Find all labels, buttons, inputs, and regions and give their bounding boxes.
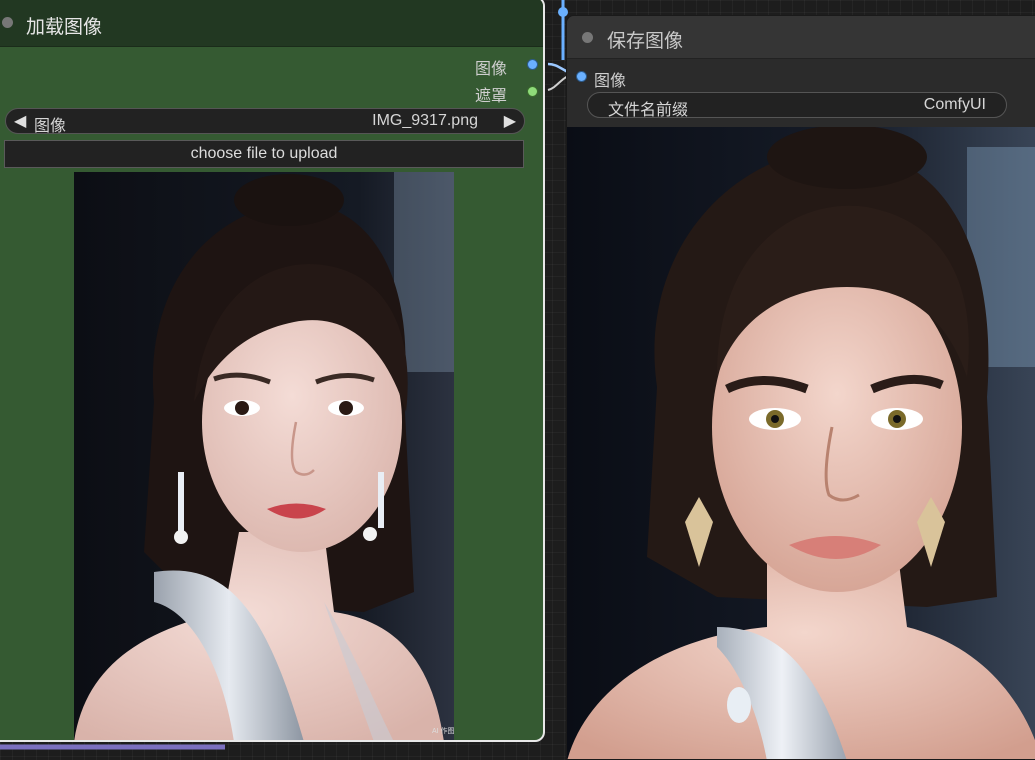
image-file-combo[interactable]: ◀ 图像 IMG_9317.png ▶ xyxy=(5,108,525,135)
output-image-slot[interactable] xyxy=(527,59,538,70)
save-image-node-header[interactable]: 保存图像 xyxy=(567,16,1035,59)
input-image-label: 图像 xyxy=(594,73,627,90)
collapse-dot-icon[interactable] xyxy=(2,17,13,28)
save-image-node-title: 保存图像 xyxy=(607,31,684,52)
loaded-image-preview xyxy=(74,172,454,740)
choose-file-button[interactable]: choose file to upload xyxy=(4,140,524,168)
preview-watermark: AI 作图 xyxy=(432,728,455,735)
image-combo-label: 图像 xyxy=(34,118,67,135)
image-combo-value: IMG_9317.png xyxy=(372,112,478,129)
output-mask-slot[interactable] xyxy=(527,86,538,97)
filename-prefix-value: ComfyUI xyxy=(923,96,986,113)
next-arrow-icon[interactable]: ▶ xyxy=(504,111,516,131)
load-image-node-title: 加载图像 xyxy=(26,17,103,38)
filename-prefix-label: 文件名前缀 xyxy=(608,102,689,119)
saved-image-preview xyxy=(567,127,1035,759)
load-image-node[interactable]: 加载图像 图像 遮罩 ◀ 图像 IMG_9317.png ▶ choose fi… xyxy=(0,0,545,742)
output-mask-label: 遮罩 xyxy=(474,88,507,105)
collapse-dot-icon[interactable] xyxy=(582,32,593,43)
output-image-label: 图像 xyxy=(474,61,507,78)
load-image-node-header[interactable]: 加载图像 xyxy=(0,0,543,47)
input-image-slot[interactable] xyxy=(576,71,587,82)
prev-arrow-icon[interactable]: ◀ xyxy=(14,111,26,131)
save-image-node[interactable]: 保存图像 图像 文件名前缀 ComfyUI xyxy=(566,15,1035,760)
filename-prefix-field[interactable]: 文件名前缀 ComfyUI xyxy=(587,92,1007,119)
